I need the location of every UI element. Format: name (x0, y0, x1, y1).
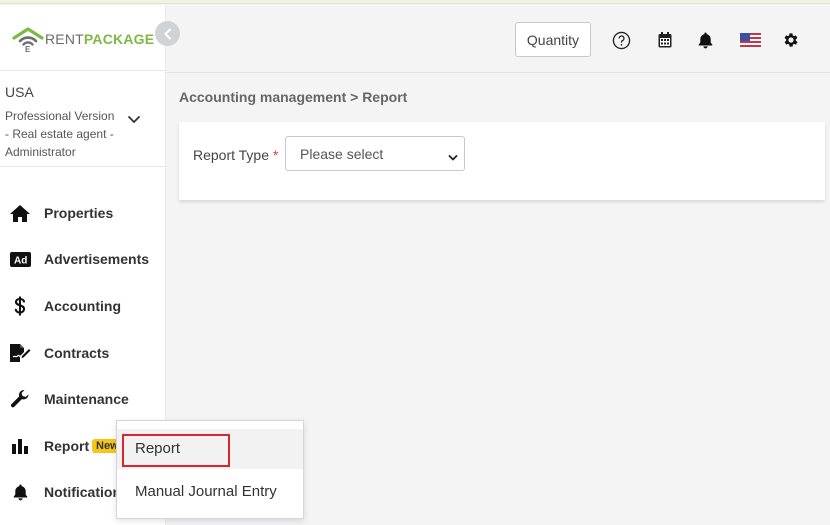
account-line-2: - Real estate agent - (5, 127, 114, 141)
top-header: Quantity (166, 5, 830, 73)
calendar-icon[interactable] (655, 30, 675, 50)
chevron-left-icon (164, 28, 171, 39)
account-line-3: Administrator (5, 145, 76, 159)
wrench-icon (9, 389, 31, 409)
report-type-select-value: Please select (300, 146, 384, 162)
report-type-select[interactable]: Please select (285, 136, 465, 171)
bell-icon (9, 482, 31, 502)
ad-icon: Ad (9, 249, 31, 269)
home-icon (9, 203, 31, 223)
sidebar-item-accounting[interactable]: Accounting (0, 289, 166, 323)
submenu-item-label: Manual Journal Entry (135, 483, 277, 500)
report-type-label: Report Type * (193, 147, 279, 163)
sidebar-item-properties[interactable]: Properties (0, 196, 166, 230)
account-line-1: Professional Version (5, 109, 115, 123)
sidebar-collapse-button[interactable] (155, 21, 180, 46)
sidebar-item-contracts[interactable]: Contracts (0, 336, 166, 370)
sidebar-item-label: Maintenance (44, 391, 129, 407)
account-country: USA (5, 84, 34, 100)
brand-name: RENTPACKAGE (45, 31, 155, 47)
sidebar-item-advertisements[interactable]: Ad Advertisements (0, 242, 166, 276)
dollar-icon (9, 296, 31, 316)
sidebar-item-label: Properties (44, 205, 114, 221)
submenu-item-manual-journal-entry[interactable]: Manual Journal Entry (117, 472, 303, 512)
submenu-item-report[interactable]: Report (117, 429, 303, 469)
report-filter-card: Report Type * Please select (179, 122, 825, 200)
logo-area: E RENTPACKAGE (0, 5, 166, 71)
account-switcher[interactable]: USA Professional Version - Real estate a… (0, 71, 166, 167)
chevron-down-icon[interactable] (126, 111, 142, 127)
chevron-down-icon (448, 150, 458, 161)
help-icon[interactable] (611, 30, 631, 50)
sidebar-item-label: Advertisements (44, 251, 150, 267)
report-submenu: Report Manual Journal Entry (116, 420, 304, 519)
us-flag-icon[interactable] (739, 30, 761, 50)
submenu-item-label: Report (135, 440, 181, 457)
quantity-button[interactable]: Quantity (515, 22, 591, 57)
gear-icon[interactable] (781, 30, 801, 50)
contract-icon (9, 343, 31, 363)
top-accent-line (0, 0, 830, 4)
bar-chart-icon (9, 436, 31, 456)
svg-text:Ad: Ad (14, 255, 27, 266)
svg-text:E: E (25, 45, 31, 53)
sidebar-item-label: Accounting (44, 298, 121, 314)
sidebar-item-label: Contracts (44, 345, 110, 361)
breadcrumb: Accounting management > Report (179, 89, 408, 105)
sidebar-item-maintenance[interactable]: Maintenance (0, 382, 166, 416)
rentpackage-logo-icon: E (12, 25, 44, 54)
sidebar-item-label: Report (44, 438, 90, 454)
bell-icon[interactable] (695, 30, 715, 50)
